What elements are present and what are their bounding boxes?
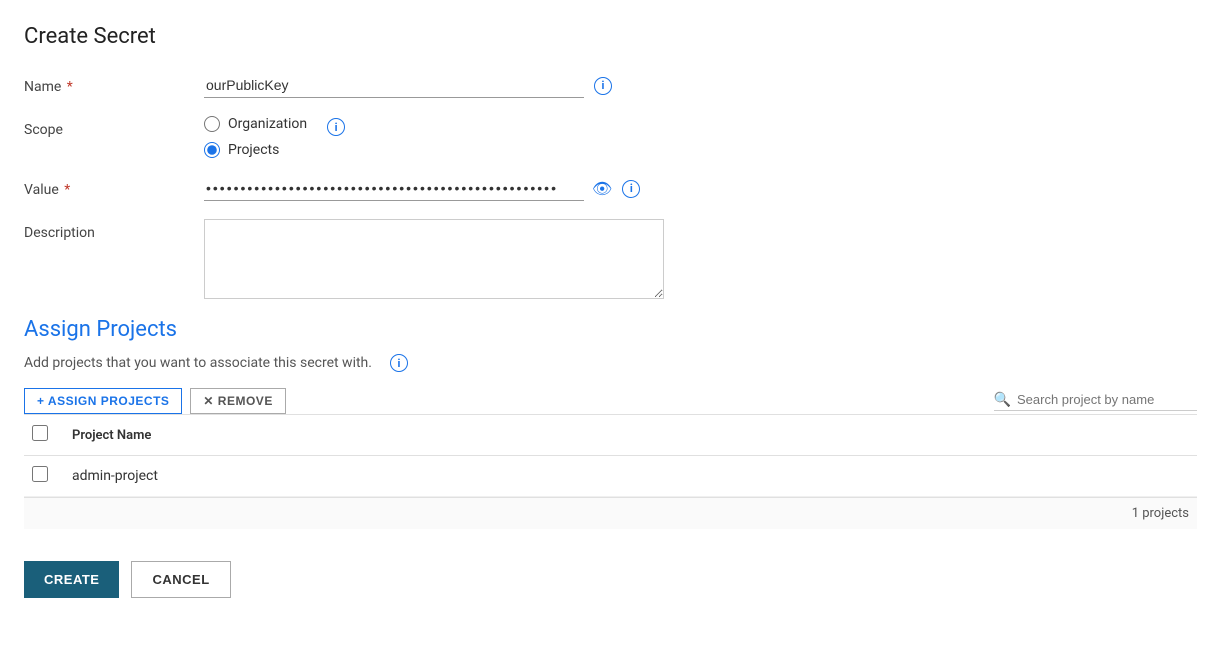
description-textarea[interactable] (204, 219, 664, 299)
scope-options-wrap: Organization Projects i (204, 116, 345, 158)
password-wrap: 👁 (204, 176, 612, 201)
description-label: Description (24, 219, 204, 241)
select-all-header (24, 415, 64, 456)
cancel-button[interactable]: CANCEL (131, 561, 230, 598)
table-body: admin-project (24, 456, 1197, 497)
scope-organization-option[interactable]: Organization (204, 116, 307, 132)
search-wrap: 🔍 (994, 392, 1197, 411)
table-header-row: Project Name (24, 415, 1197, 456)
page-title: Create Secret (24, 24, 1197, 49)
create-button[interactable]: CREATE (24, 561, 119, 598)
description-row: Description (24, 219, 1197, 299)
assign-title-part2: Projects (96, 317, 177, 342)
name-info-icon[interactable]: i (594, 77, 612, 95)
row-checkbox-cell (24, 456, 64, 497)
remove-button[interactable]: ✕ REMOVE (190, 388, 285, 414)
page-container: Create Secret Name * i Scope (0, 0, 1229, 655)
description-control-wrap (204, 219, 1197, 299)
name-row: Name * i (24, 73, 1197, 98)
value-input[interactable] (204, 176, 584, 201)
scope-label: Scope (24, 116, 204, 138)
value-required-indicator: * (61, 182, 71, 198)
assign-projects-button[interactable]: + ASSIGN PROJECTS (24, 388, 182, 414)
scope-control-wrap: Organization Projects i (204, 116, 1197, 158)
scope-info-icon[interactable]: i (327, 118, 345, 136)
search-icon: 🔍 (994, 392, 1011, 408)
name-control-wrap: i (204, 73, 1197, 98)
scope-organization-label: Organization (228, 116, 307, 132)
name-input[interactable] (204, 73, 584, 98)
scope-projects-option[interactable]: Projects (204, 142, 307, 158)
project-name-header: Project Name (64, 415, 1197, 456)
assign-projects-section: Assign Projects Add projects that you wa… (24, 317, 1197, 529)
scope-projects-radio[interactable] (204, 142, 220, 158)
toggle-visibility-icon[interactable]: 👁 (592, 179, 612, 198)
toolbar-left: + ASSIGN PROJECTS ✕ REMOVE (24, 388, 286, 414)
value-row: Value * 👁 i (24, 176, 1197, 201)
select-all-checkbox[interactable] (32, 425, 48, 441)
search-input[interactable] (1017, 392, 1197, 407)
required-indicator: * (63, 79, 73, 95)
table-footer: 1 projects (24, 497, 1197, 529)
assign-description: Add projects that you want to associate … (24, 354, 1197, 372)
scope-projects-label: Projects (228, 142, 279, 158)
value-info-icon[interactable]: i (622, 180, 640, 198)
project-name-cell: admin-project (64, 456, 1197, 497)
assign-info-icon[interactable]: i (390, 354, 408, 372)
scope-options: Organization Projects (204, 116, 307, 158)
value-label: Value * (24, 176, 204, 198)
scope-organization-radio[interactable] (204, 116, 220, 132)
form-section: Name * i Scope Organization (24, 73, 1197, 299)
value-control-wrap: 👁 i (204, 176, 1197, 201)
scope-row: Scope Organization Projects i (24, 116, 1197, 158)
row-checkbox[interactable] (32, 466, 48, 482)
assign-title-part1: Assign (24, 317, 96, 342)
table-row: admin-project (24, 456, 1197, 497)
name-label: Name * (24, 73, 204, 95)
projects-toolbar: + ASSIGN PROJECTS ✕ REMOVE 🔍 (24, 388, 1197, 414)
action-buttons: CREATE CANCEL (24, 549, 1197, 598)
assign-projects-title: Assign Projects (24, 317, 1197, 342)
table-header: Project Name (24, 415, 1197, 456)
projects-table: Project Name admin-project (24, 414, 1197, 497)
